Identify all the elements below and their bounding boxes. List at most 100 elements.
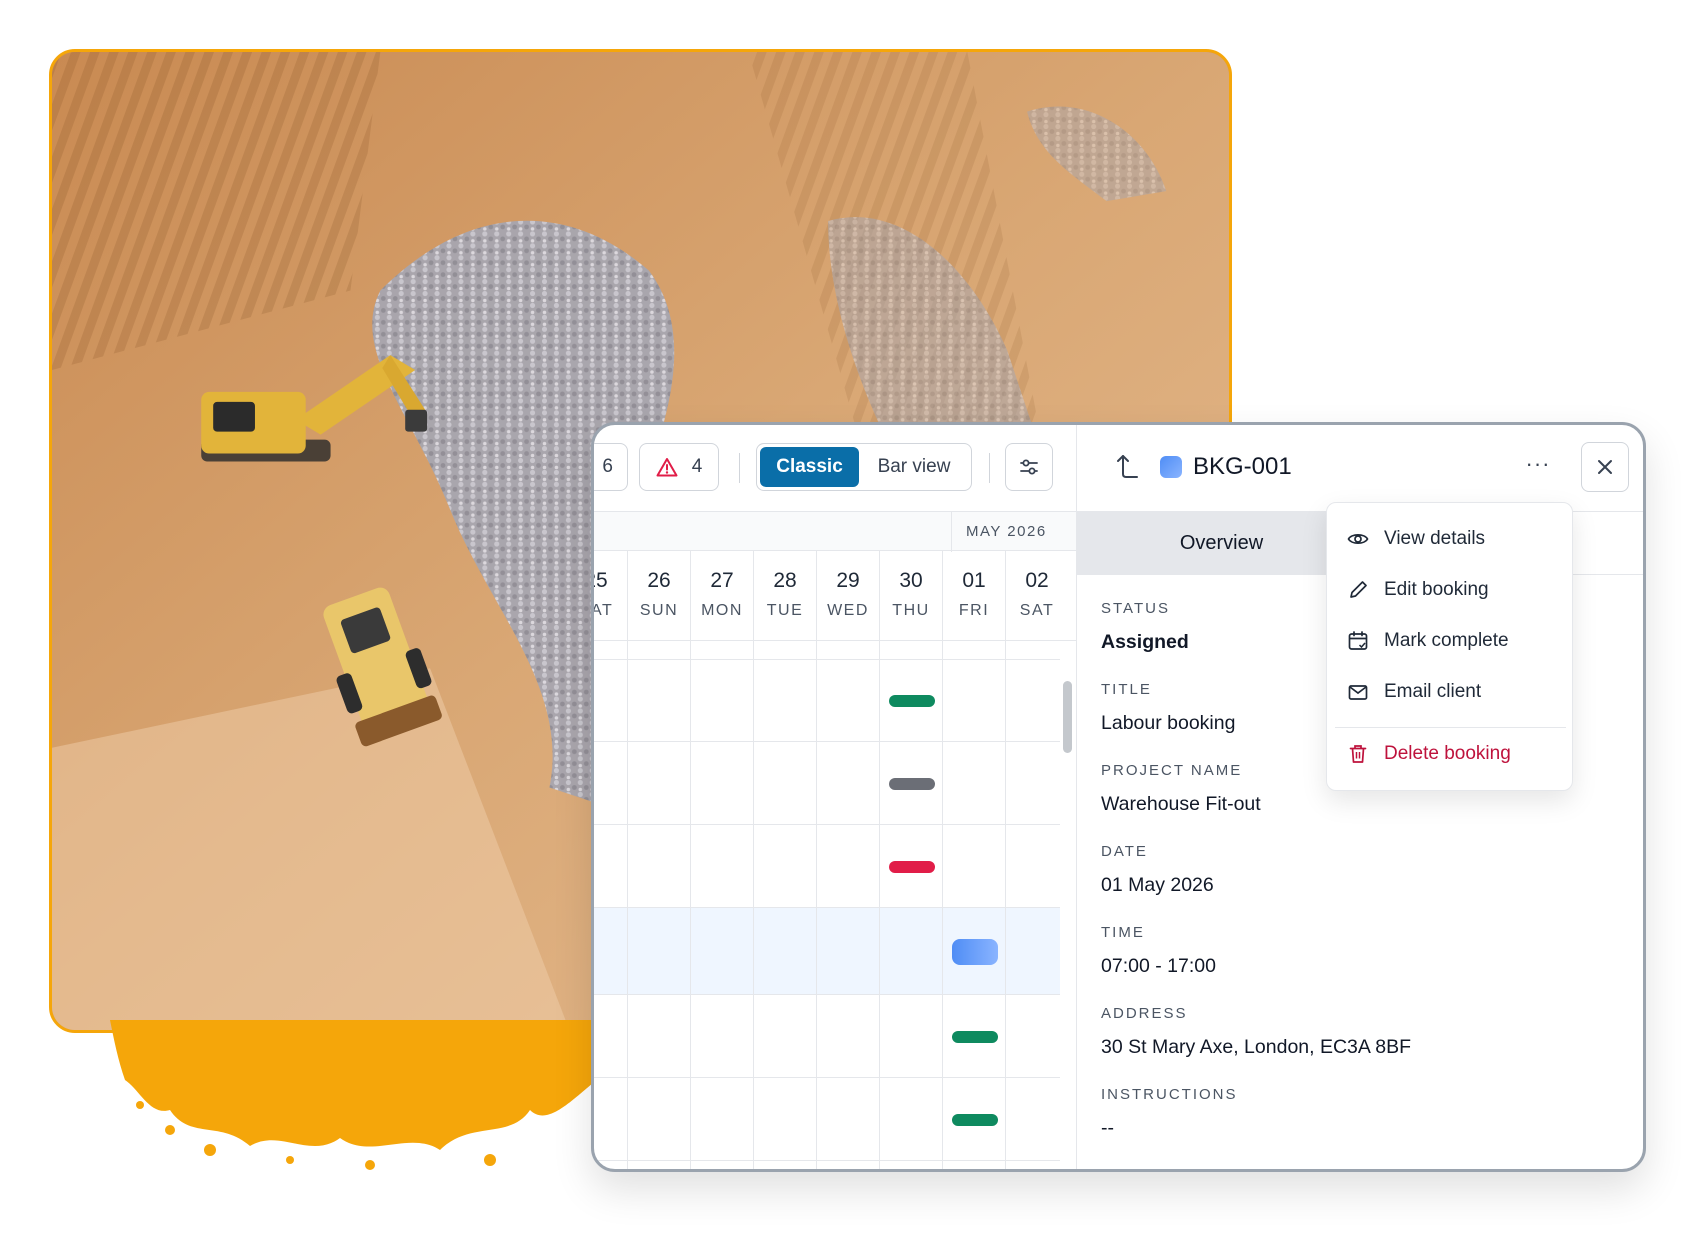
email-client-label: Email client [1384,681,1482,702]
bar-view-button[interactable]: Bar view [859,447,969,487]
booking-actions-menu: View details Edit booking Mark complete [1326,502,1573,791]
day-header-row: 25 SAT 26 SUN 27 MON 28 TUE 29 WED 30 THU 01 FRI 02 SAT [594,551,1076,641]
filter-sliders-icon [1020,459,1038,475]
day-weekday: SAT [594,602,614,619]
day-number: 02 [1025,569,1049,592]
menu-item-edit-booking[interactable]: Edit booking [1327,566,1574,614]
booking-id: BKG-001 [1193,453,1292,480]
date-label: DATE [1101,843,1148,860]
trash-icon [1349,745,1367,763]
day-weekday: MON [701,602,743,619]
back-arrow-icon[interactable] [1115,452,1141,482]
booking-bar[interactable] [888,777,935,790]
day-column-line [753,641,754,1169]
menu-item-view-details[interactable]: View details [1327,515,1574,563]
day-weekday: WED [827,602,869,619]
resource-row[interactable] [594,825,1060,908]
count-button[interactable]: 6 [594,443,628,491]
day-column-line [942,641,943,1169]
close-icon [1598,460,1612,474]
alerts-button[interactable]: 4 [639,443,719,491]
day-weekday: THU [892,602,930,619]
day-header-30[interactable]: 30 THU [879,551,942,641]
classic-view-button[interactable]: Classic [760,447,859,487]
day-header-27[interactable]: 27 MON [690,551,753,641]
eye-icon [1347,534,1369,544]
day-column-line [1005,641,1006,1169]
instructions-field: INSTRUCTIONS -- [1101,1086,1621,1167]
alert-count: 4 [691,456,703,477]
tab-overview[interactable]: Overview [1077,512,1366,575]
view-details-label: View details [1384,528,1486,549]
calendar-grid [594,641,1060,1169]
booking-bar[interactable] [951,1113,998,1126]
edit-booking-label: Edit booking [1384,579,1489,600]
day-number: 26 [647,569,671,592]
menu-item-delete-booking[interactable]: Delete booking [1327,730,1574,778]
day-header-28[interactable]: 28 TUE [753,551,816,641]
time-value: 07:00 - 17:00 [1101,955,1216,977]
delete-booking-label: Delete booking [1384,743,1511,764]
mark-complete-label: Mark complete [1384,630,1509,651]
day-header-29[interactable]: 29 WED [816,551,879,641]
address-field: ADDRESS 30 St Mary Axe, London, EC3A 8BF [1101,1005,1621,1086]
date-field: DATE 01 May 2026 [1101,843,1621,924]
booking-bar-selected[interactable] [951,938,998,965]
day-number: 28 [773,569,797,592]
day-header-02[interactable]: 02 SAT [1005,551,1068,641]
day-header-26[interactable]: 26 SUN [627,551,690,641]
calendar-pane: 6 4 Classic Bar view MAY 2026 5 T 26 SUN… [594,425,1077,1169]
resource-row[interactable] [594,742,1060,825]
day-weekday: TUE [766,602,804,619]
booking-bar[interactable] [951,1030,998,1043]
more-horizontal-icon[interactable]: ··· [1520,449,1556,485]
day-weekday: FRI [958,602,990,619]
day-header-01[interactable]: 01 FRI [942,551,1005,641]
instructions-value: -- [1101,1117,1114,1139]
close-button[interactable] [1581,442,1629,492]
count-label: 6 [602,456,613,477]
resource-row[interactable] [594,660,1060,742]
mail-icon [1348,685,1368,700]
calendar-toolbar: 6 4 Classic Bar view [594,425,1076,511]
day-number: 25 [594,569,608,592]
day-column-line [690,641,691,1169]
date-value: 01 May 2026 [1101,874,1214,896]
booking-bar[interactable] [888,695,935,707]
filter-button[interactable] [1005,443,1053,491]
menu-item-mark-complete[interactable]: Mark complete [1327,617,1574,665]
day-weekday: SAT [1019,602,1055,619]
day-header-25[interactable]: 25 SAT [594,551,627,641]
time-label: TIME [1101,924,1145,941]
pencil-icon [1350,581,1367,598]
month-separator [951,512,952,552]
day-number: 29 [836,569,860,592]
menu-divider [1335,727,1566,728]
instructions-label: INSTRUCTIONS [1101,1086,1238,1103]
orange-brush-splash [110,1020,610,1170]
calendar-scrollbar[interactable] [1063,681,1072,753]
day-column-line [627,641,628,1169]
day-number: 30 [899,569,923,592]
alert-triangle-icon [656,458,678,477]
time-field: TIME 07:00 - 17:00 [1101,924,1621,1005]
resource-row[interactable] [594,641,1060,660]
day-column-line [879,641,880,1169]
project-name-value: Warehouse Fit-out [1101,793,1261,815]
day-number: 27 [710,569,734,592]
toolbar-divider [739,453,740,483]
day-weekday: SUN [639,602,679,619]
marketing-stage: 6 4 Classic Bar view MAY 2026 5 T 26 SUN… [0,0,1686,1236]
day-column-line [816,641,817,1169]
resource-row[interactable] [594,1161,1060,1169]
month-header: MAY 2026 [594,511,1076,552]
toolbar-divider [989,453,990,483]
calendar-check-icon [1348,631,1368,650]
address-value: 30 St Mary Axe, London, EC3A 8BF [1101,1036,1412,1058]
view-toggle: Classic Bar view [756,443,972,491]
booking-bar[interactable] [888,860,935,873]
month-label: MAY 2026 [966,523,1047,540]
menu-item-email-client[interactable]: Email client [1327,668,1574,716]
day-number: 01 [962,569,986,592]
address-label: ADDRESS [1101,1005,1188,1022]
